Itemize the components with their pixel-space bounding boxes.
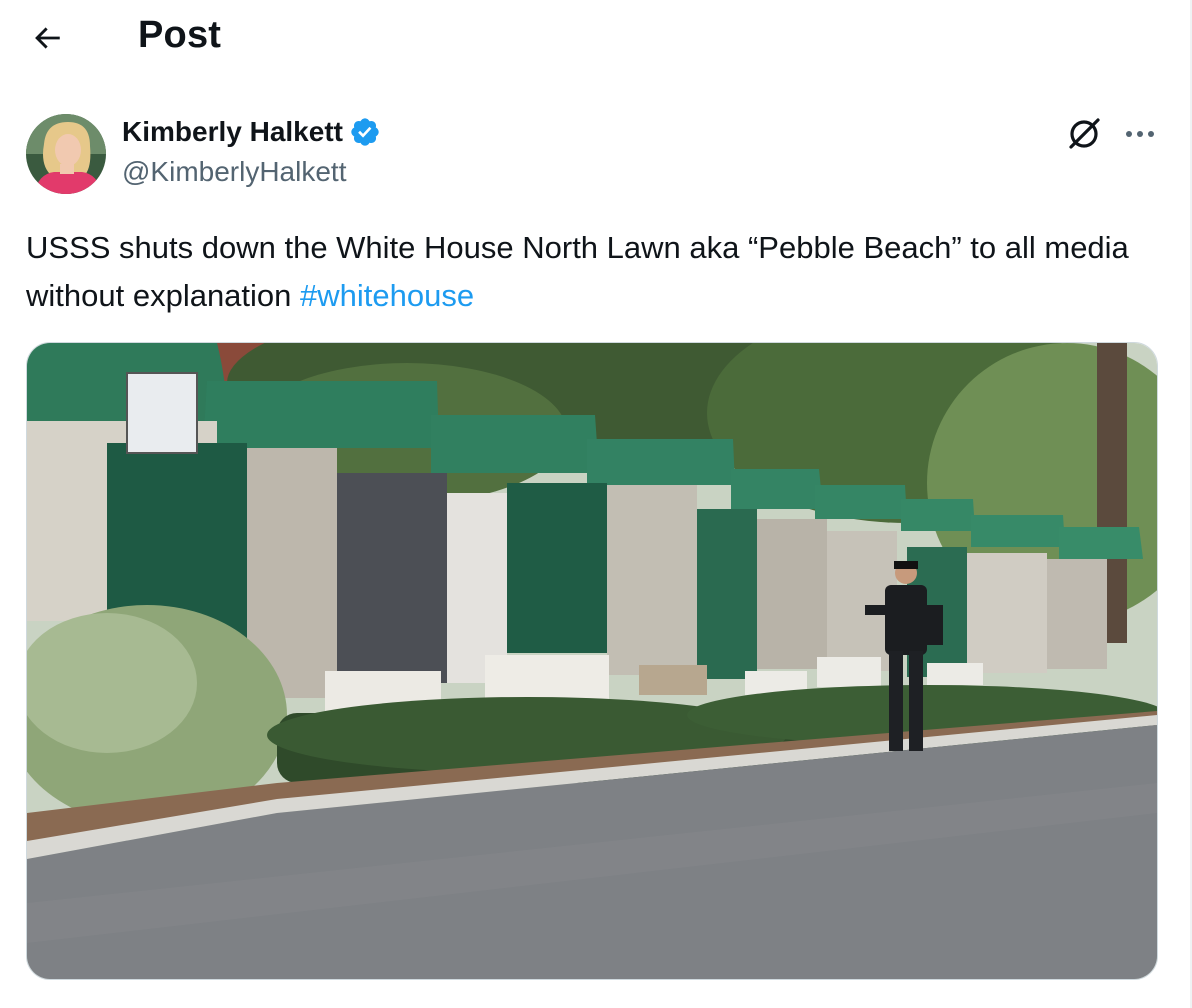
author-name[interactable]: Kimberly Halkett: [122, 116, 381, 148]
more-horizontal-icon: [1126, 131, 1154, 137]
post-text: USSS shuts down the White House North La…: [26, 224, 1156, 320]
post-body: USSS shuts down the White House North La…: [26, 230, 1129, 313]
more-button[interactable]: [1120, 118, 1160, 150]
author-handle[interactable]: @KimberlyHalkett: [122, 156, 346, 188]
post-photo[interactable]: [26, 342, 1158, 980]
author-name-text: Kimberly Halkett: [122, 116, 343, 147]
grok-button[interactable]: [1064, 114, 1104, 154]
back-button[interactable]: [26, 20, 68, 56]
top-bar: Post: [0, 0, 1192, 78]
hashtag-link[interactable]: #whitehouse: [300, 278, 474, 313]
page-title: Post: [138, 14, 222, 56]
verified-badge-icon: [351, 118, 379, 146]
grok-icon: [1069, 118, 1100, 149]
avatar[interactable]: [26, 114, 106, 194]
arrow-left-icon: [35, 27, 60, 49]
